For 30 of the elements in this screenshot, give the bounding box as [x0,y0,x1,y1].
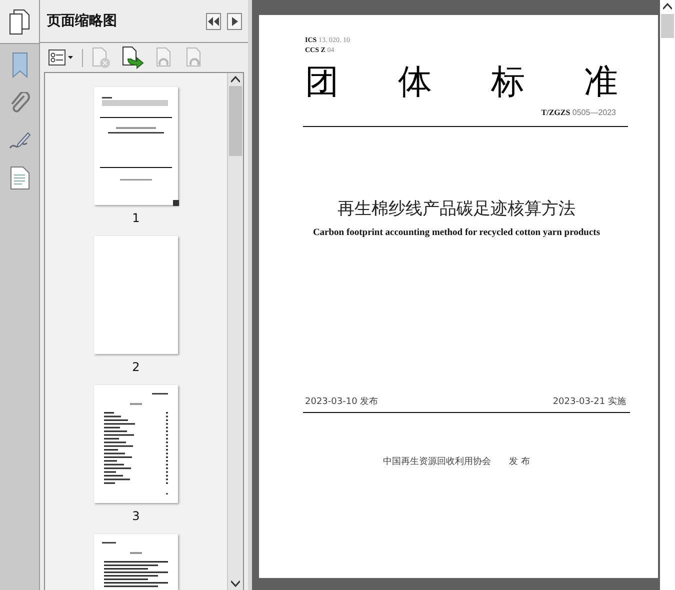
page-thumbnail[interactable] [94,236,178,354]
page-number: 3 [132,509,140,523]
heading-character: 团 [305,62,339,102]
page-number: 1 [132,211,140,225]
standard-number: T/ZGZS 0505—2023 [541,108,617,117]
scrollbar[interactable] [660,0,675,590]
heading-character: 准 [584,62,618,102]
panel-title: 页面缩略图 [47,12,118,30]
effective-date: 2023-03-21 实施 [552,396,626,408]
english-title: Carbon footprint accounting method for recycled cotton yarn products [312,228,600,238]
scroll-thumb[interactable] [229,86,242,156]
collapse-button[interactable] [206,12,221,30]
options-icon[interactable] [48,48,74,66]
scrollbar[interactable] [227,73,243,590]
publish-date: 2023-03-10 发布 [305,396,378,408]
scroll-thumb[interactable] [661,14,674,38]
publisher-action: 发 布 [509,456,530,468]
document-icon[interactable] [10,166,30,190]
document-title: 再生棉纱线产品碳足迹核算方法 [338,198,576,220]
heading-character: 标 [491,62,525,102]
page-thumbnail[interactable] [94,385,178,503]
insert-page-icon[interactable] [121,46,145,70]
page-thumbnail[interactable] [94,87,178,205]
expand-button[interactable] [227,12,242,30]
publisher: 中国再生资源回收利用协会 [383,456,492,468]
pages-icon[interactable] [8,8,32,34]
right-arrow-icon [232,16,238,26]
heading-character: 体 [398,62,432,102]
double-left-arrow-icon [208,16,219,26]
page-number: 2 [132,360,140,374]
